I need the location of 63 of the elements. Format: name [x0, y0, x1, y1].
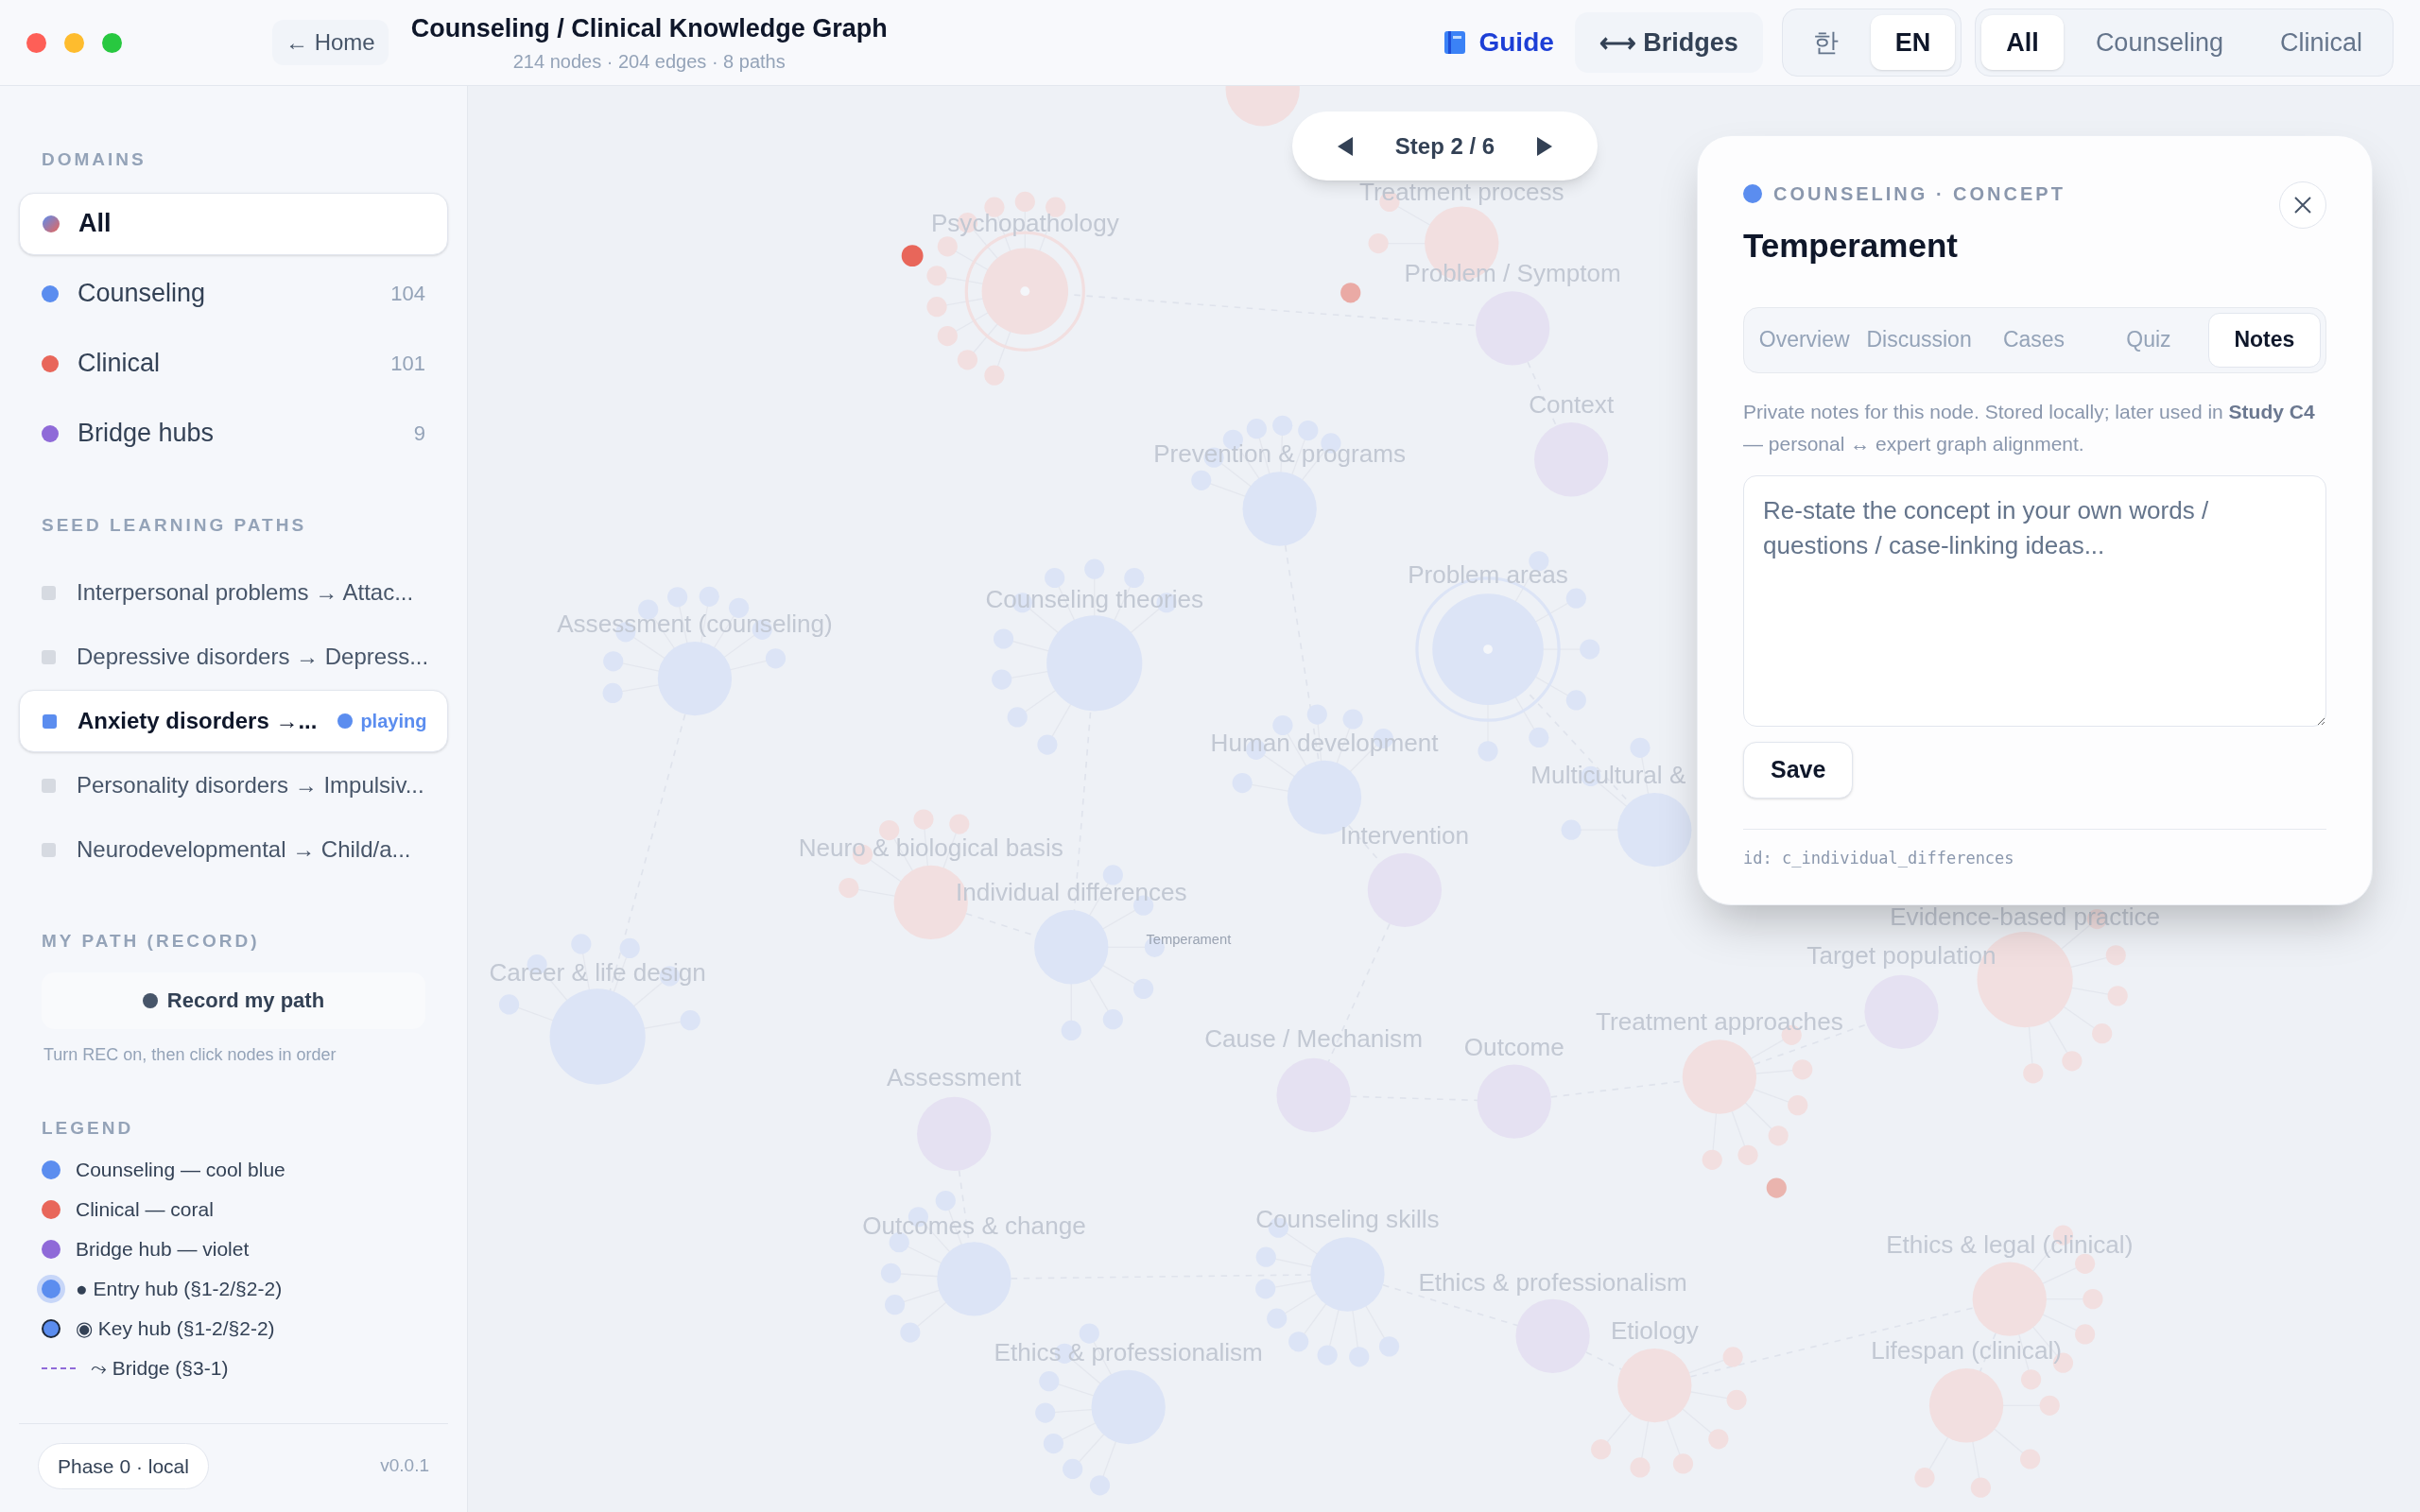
- path-node[interactable]: [1766, 1177, 1787, 1198]
- filter-tab[interactable]: Counseling: [2070, 15, 2248, 70]
- record-button[interactable]: Record my path: [42, 971, 425, 1029]
- legend-label: Clinical — coral: [76, 1197, 214, 1223]
- section-heading: SEED LEARNING PATHS: [41, 513, 308, 537]
- window-title: Counseling / Clinical Knowledge Graph: [410, 12, 888, 44]
- filter-tab[interactable]: All: [1981, 15, 2064, 70]
- section-heading: LEGEND: [41, 1116, 135, 1140]
- domain-count: 104: [390, 281, 425, 307]
- path-node[interactable]: [1340, 283, 1361, 303]
- legend-label: Counseling — cool blue: [76, 1158, 285, 1183]
- path-square-icon: [42, 649, 56, 664]
- save-button[interactable]: Save: [1743, 741, 1854, 799]
- notes-description: Private notes for this node. Stored locally; later used in Study C4 — personal ↔ expert graph alignment.: [1743, 399, 2316, 456]
- node-id: id: c_individual_differences: [1743, 848, 2014, 868]
- panel-tab[interactable]: Notes: [2207, 312, 2322, 368]
- previous-step-button[interactable]: [1336, 135, 1355, 157]
- domain-item[interactable]: Bridge hubs 9: [19, 402, 448, 465]
- language-tab[interactable]: 한: [1788, 15, 1863, 70]
- next-step-button[interactable]: [1535, 135, 1554, 157]
- close-icon: [2293, 196, 2312, 215]
- node-category: COUNSELING · CONCEPT: [1773, 182, 2066, 206]
- legend-label: ● Entry hub (§1-2/§2-2): [76, 1277, 283, 1302]
- domain-item[interactable]: All: [19, 192, 448, 255]
- guide-link[interactable]: Guide: [1431, 23, 1565, 62]
- record-hint: Turn REC on, then click nodes in order: [43, 1043, 337, 1066]
- graph-node[interactable]: [1225, 86, 1300, 127]
- close-button[interactable]: [2279, 181, 2326, 229]
- language-tab[interactable]: EN: [1870, 15, 1956, 70]
- book-icon: [1443, 29, 1468, 56]
- learning-path-item[interactable]: Neurodevelopmental → Child/a...: [19, 818, 448, 881]
- legend-label: ◉ Key hub (§1-2/§2-2): [76, 1316, 275, 1342]
- learning-path-item[interactable]: Depressive disorders → Depress...: [19, 626, 448, 688]
- path-node[interactable]: [901, 245, 924, 267]
- path-square-icon: [42, 842, 56, 857]
- path-square-icon: [43, 713, 57, 729]
- path-square-icon: [42, 778, 56, 793]
- minimize-window-button[interactable]: [64, 32, 84, 53]
- notes-field[interactable]: Re-state the concept in your own words / questions / case-linking ideas...: [1743, 474, 2326, 727]
- learning-path-item[interactable]: Personality disorders → Impulsiv...: [19, 754, 448, 816]
- learning-path-item[interactable]: Interpersonal problems → Attac...: [19, 561, 448, 624]
- phase-badge: Phase 0 · local: [38, 1442, 209, 1489]
- domain-count: 101: [390, 351, 425, 377]
- graph-stats: 214 nodes · 204 edges · 8 paths: [512, 50, 786, 75]
- legend-label: ⤳ Bridge (§3-1): [91, 1356, 229, 1382]
- maximize-window-button[interactable]: [102, 32, 122, 53]
- legend-label: Bridge hub — violet: [76, 1237, 250, 1263]
- node-label: Temperament: [1146, 932, 1232, 947]
- version-label: v0.0.1: [380, 1454, 429, 1477]
- domain-item[interactable]: Clinical 101: [19, 332, 448, 395]
- domain-item[interactable]: Counseling 104: [19, 262, 448, 325]
- path-square-icon: [42, 585, 56, 600]
- node-title: Temperament: [1743, 226, 1959, 266]
- domain-count: 9: [413, 421, 425, 447]
- learning-path-item[interactable]: Anxiety disorders →... playing: [19, 690, 448, 752]
- bridges-button[interactable]: ⟷ Bridges: [1574, 12, 1763, 73]
- playing-badge: playing: [337, 707, 427, 735]
- filter-tab[interactable]: Clinical: [2255, 15, 2387, 70]
- close-window-button[interactable]: [26, 32, 46, 53]
- section-heading: DOMAINS: [41, 148, 147, 171]
- section-heading: MY PATH (RECORD): [41, 930, 261, 953]
- step-counter: Step 2 / 6: [1394, 131, 1495, 161]
- home-link[interactable]: ← Home: [272, 20, 389, 65]
